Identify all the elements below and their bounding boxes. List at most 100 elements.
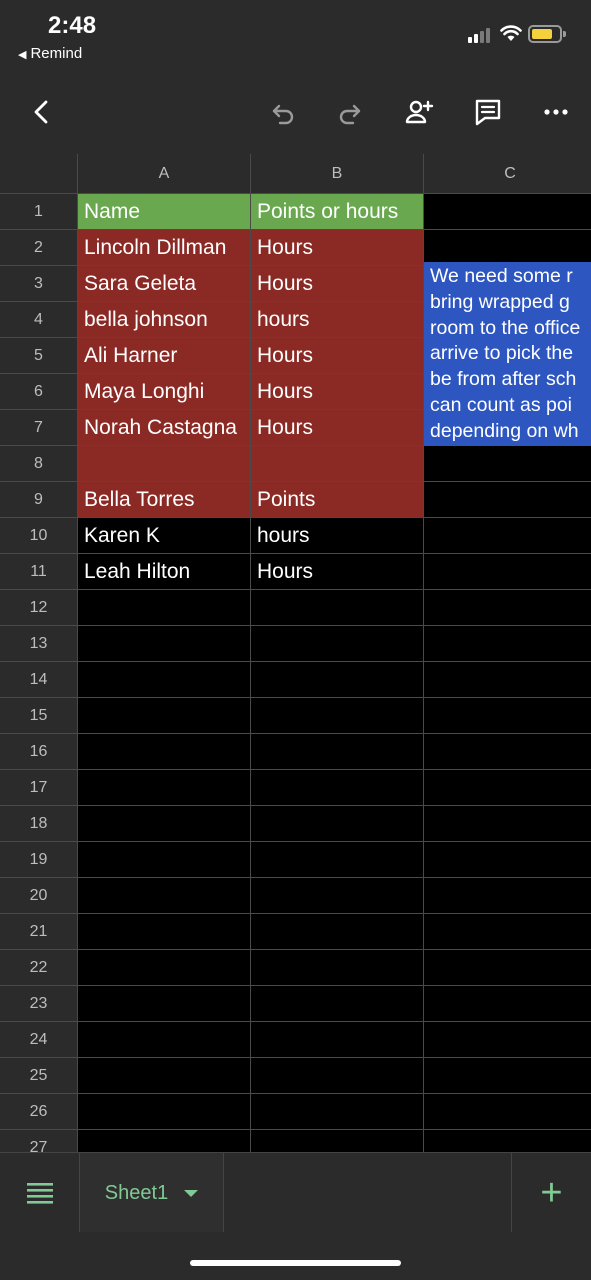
column-header-a[interactable]: A <box>78 154 251 194</box>
cell-a16[interactable] <box>78 734 251 770</box>
cell-b21[interactable] <box>251 914 424 950</box>
cell-b5[interactable]: Hours <box>251 338 424 374</box>
cell-a6[interactable]: Maya Longhi <box>78 374 251 410</box>
cell-b25[interactable] <box>251 1058 424 1094</box>
cell-c15[interactable] <box>424 698 591 734</box>
cell-b24[interactable] <box>251 1022 424 1058</box>
column-header-c[interactable]: C <box>424 154 591 194</box>
back-to-app-link[interactable]: ◀ Remind <box>18 45 82 62</box>
cell-b20[interactable] <box>251 878 424 914</box>
row-header[interactable]: 4 <box>0 302 78 338</box>
cell-a21[interactable] <box>78 914 251 950</box>
cell-a18[interactable] <box>78 806 251 842</box>
cell-b8[interactable] <box>251 446 424 482</box>
cell-a4[interactable]: bella johnson <box>78 302 251 338</box>
cell-b22[interactable] <box>251 950 424 986</box>
cell-a2[interactable]: Lincoln Dillman <box>78 230 251 266</box>
cell-b27[interactable] <box>251 1130 424 1152</box>
cell-c8[interactable] <box>424 446 591 482</box>
cell-c13[interactable] <box>424 626 591 662</box>
cell-a13[interactable] <box>78 626 251 662</box>
cell-c2[interactable] <box>424 230 591 266</box>
cell-a12[interactable] <box>78 590 251 626</box>
row-header[interactable]: 13 <box>0 626 78 662</box>
row-header[interactable]: 7 <box>0 410 78 446</box>
cell-b17[interactable] <box>251 770 424 806</box>
cell-a25[interactable] <box>78 1058 251 1094</box>
cell-c23[interactable] <box>424 986 591 1022</box>
row-header[interactable]: 21 <box>0 914 78 950</box>
cell-b11[interactable]: Hours <box>251 554 424 590</box>
cell-a26[interactable] <box>78 1094 251 1130</box>
sheet-tab-sheet1[interactable]: Sheet1 <box>80 1153 224 1233</box>
cell-c1[interactable] <box>424 194 591 230</box>
add-sheet-button[interactable]: + <box>511 1153 591 1233</box>
cell-a7[interactable]: Norah Castagna <box>78 410 251 446</box>
cell-c14[interactable] <box>424 662 591 698</box>
select-all-corner[interactable] <box>0 154 78 194</box>
comments-button[interactable] <box>468 92 508 132</box>
cell-c26[interactable] <box>424 1094 591 1130</box>
undo-button[interactable] <box>263 92 303 132</box>
cell-b2[interactable]: Hours <box>251 230 424 266</box>
row-header[interactable]: 22 <box>0 950 78 986</box>
cell-a27[interactable] <box>78 1130 251 1152</box>
row-header[interactable]: 5 <box>0 338 78 374</box>
row-header[interactable]: 16 <box>0 734 78 770</box>
row-header[interactable]: 1 <box>0 194 78 230</box>
row-header[interactable]: 6 <box>0 374 78 410</box>
row-header[interactable]: 26 <box>0 1094 78 1130</box>
row-header[interactable]: 23 <box>0 986 78 1022</box>
cell-b19[interactable] <box>251 842 424 878</box>
cell-c18[interactable] <box>424 806 591 842</box>
back-button[interactable] <box>22 92 62 132</box>
cell-c12[interactable] <box>424 590 591 626</box>
cell-c9[interactable] <box>424 482 591 518</box>
cell-b18[interactable] <box>251 806 424 842</box>
row-header[interactable]: 9 <box>0 482 78 518</box>
share-button[interactable] <box>399 92 439 132</box>
cell-a23[interactable] <box>78 986 251 1022</box>
cell-b1[interactable]: Points or hours <box>251 194 424 230</box>
cell-a8[interactable] <box>78 446 251 482</box>
row-header[interactable]: 12 <box>0 590 78 626</box>
cell-c27[interactable] <box>424 1130 591 1152</box>
cell-c10[interactable] <box>424 518 591 554</box>
row-header[interactable]: 18 <box>0 806 78 842</box>
cell-b4[interactable]: hours <box>251 302 424 338</box>
cell-b16[interactable] <box>251 734 424 770</box>
row-header[interactable]: 2 <box>0 230 78 266</box>
row-header[interactable]: 15 <box>0 698 78 734</box>
cell-a1[interactable]: Name <box>78 194 251 230</box>
home-indicator[interactable] <box>190 1260 401 1266</box>
note-cell-c3[interactable]: We need some r bring wrapped g room to the… <box>424 262 591 446</box>
cell-a24[interactable] <box>78 1022 251 1058</box>
more-options-button[interactable] <box>536 92 576 132</box>
redo-button[interactable] <box>330 92 370 132</box>
cell-b12[interactable] <box>251 590 424 626</box>
row-header[interactable]: 19 <box>0 842 78 878</box>
cell-b9[interactable]: Points <box>251 482 424 518</box>
cell-b14[interactable] <box>251 662 424 698</box>
cell-b13[interactable] <box>251 626 424 662</box>
cell-b10[interactable]: hours <box>251 518 424 554</box>
cell-a17[interactable] <box>78 770 251 806</box>
cell-a22[interactable] <box>78 950 251 986</box>
cell-c19[interactable] <box>424 842 591 878</box>
chevron-down-icon[interactable] <box>184 1189 199 1197</box>
cell-b3[interactable]: Hours <box>251 266 424 302</box>
cell-a20[interactable] <box>78 878 251 914</box>
spreadsheet-grid[interactable]: A B C 1 Name Points or hours 2 Lincoln Dillm… <box>0 154 591 1152</box>
sheets-list-button[interactable] <box>0 1153 80 1233</box>
cell-b6[interactable]: Hours <box>251 374 424 410</box>
row-header[interactable]: 20 <box>0 878 78 914</box>
row-header[interactable]: 10 <box>0 518 78 554</box>
cell-a10[interactable]: Karen K <box>78 518 251 554</box>
cell-c24[interactable] <box>424 1022 591 1058</box>
row-header[interactable]: 17 <box>0 770 78 806</box>
row-header[interactable]: 25 <box>0 1058 78 1094</box>
cell-c11[interactable] <box>424 554 591 590</box>
cell-c20[interactable] <box>424 878 591 914</box>
row-header[interactable]: 27 <box>0 1130 78 1152</box>
cell-a11[interactable]: Leah Hilton <box>78 554 251 590</box>
